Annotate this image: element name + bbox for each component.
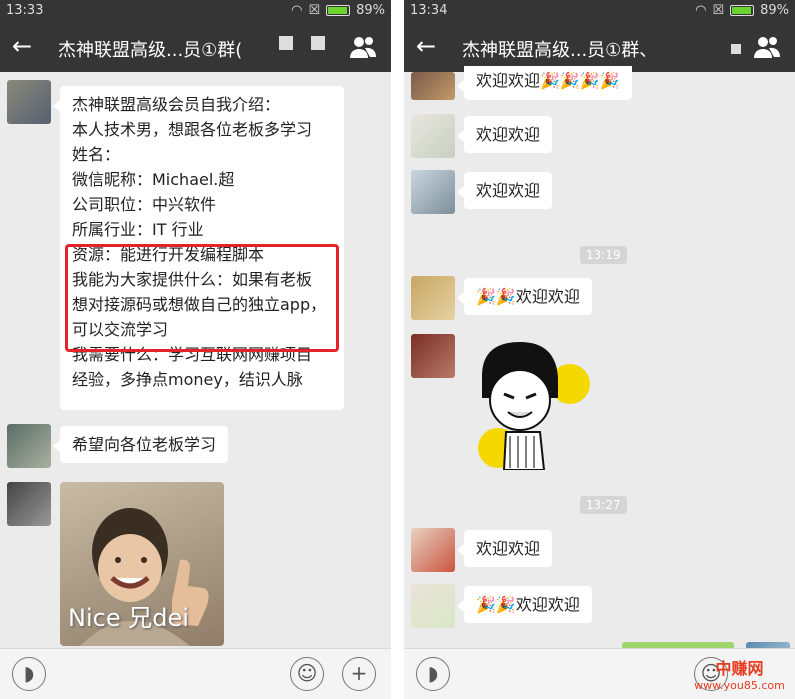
chat-message[interactable]: 欢迎欢迎🎉🎉🎉🎉 xyxy=(457,66,632,100)
chat-screen-left: 13:33 ◠ ☒ 89% ← 杰神联盟高级...员①群( 杰神联盟高级会员自我… xyxy=(0,0,391,699)
avatar[interactable] xyxy=(411,72,455,100)
avatar[interactable] xyxy=(7,80,51,124)
status-bar: 13:33 ◠ ☒ 89% xyxy=(0,0,391,22)
timestamp: 13:27 xyxy=(580,496,627,514)
sim-icon: ☒ xyxy=(308,3,321,18)
intro-text: 杰神联盟高级会员自我介绍： 本人技术男，想跟各位老板多学习 姓名： 微信昵称：M… xyxy=(72,95,313,239)
avatar[interactable] xyxy=(411,114,455,158)
chat-message[interactable]: 欢迎欢迎 xyxy=(456,530,553,567)
chat-message[interactable]: 🎉🎉欢迎欢迎 xyxy=(457,586,592,623)
chat-header: ← 杰神联盟高级...员①群、 xyxy=(404,22,795,72)
highlight-box xyxy=(65,244,339,352)
status-bar: 13:34 ◠ ☒ 89% xyxy=(404,0,795,22)
chat-message[interactable]: 希望向各位老板学习 xyxy=(52,426,229,463)
avatar[interactable] xyxy=(411,170,455,214)
avatar[interactable] xyxy=(7,482,51,526)
status-time: 13:34 xyxy=(410,3,448,18)
chat-message[interactable]: 欢迎欢迎 xyxy=(456,172,553,209)
battery-level: 89% xyxy=(356,3,385,18)
avatar[interactable] xyxy=(411,584,455,628)
avatar[interactable] xyxy=(411,334,455,378)
group-members-icon[interactable] xyxy=(753,34,781,60)
photo-message[interactable]: Nice 兄dei xyxy=(60,482,224,646)
timestamp: 13:19 xyxy=(580,246,627,264)
chat-message[interactable]: 欢迎欢迎 xyxy=(456,116,553,153)
battery-icon xyxy=(326,5,351,16)
emoji-icon[interactable]: ☺ xyxy=(290,657,324,691)
back-arrow-icon[interactable]: ← xyxy=(416,33,436,59)
watermark-logo: 中赚网 www.you85.com xyxy=(684,660,795,699)
status-time: 13:33 xyxy=(6,3,44,18)
sim-icon: ☒ xyxy=(712,3,725,18)
chat-title: 杰神联盟高级...员①群、 xyxy=(462,40,658,61)
group-members-icon[interactable] xyxy=(349,34,377,60)
chat-header: ← 杰神联盟高级...员①群( xyxy=(0,22,391,72)
input-bar: ◗ ☺ + xyxy=(0,648,391,699)
chat-message[interactable]: 🎉🎉欢迎欢迎 xyxy=(457,278,592,315)
voice-icon[interactable]: ◗ xyxy=(416,657,450,691)
back-arrow-icon[interactable]: ← xyxy=(12,33,32,59)
battery-icon xyxy=(730,5,755,16)
battery-level: 89% xyxy=(760,3,789,18)
plus-icon[interactable]: + xyxy=(342,657,376,691)
chat-screen-right: 13:34 ◠ ☒ 89% ← 杰神联盟高级...员①群、 欢迎欢迎🎉🎉🎉🎉 欢… xyxy=(404,0,795,699)
wifi-icon: ◠ xyxy=(291,3,303,18)
avatar[interactable] xyxy=(411,528,455,572)
avatar[interactable] xyxy=(411,276,455,320)
watermark-url: www.you85.com xyxy=(694,679,785,692)
image-caption: Nice 兄dei xyxy=(68,604,189,632)
sticker-cheering xyxy=(478,342,590,470)
avatar[interactable] xyxy=(7,424,51,468)
wifi-icon: ◠ xyxy=(695,3,707,18)
voice-icon[interactable]: ◗ xyxy=(12,657,46,691)
watermark-name: 中赚网 xyxy=(715,659,764,678)
